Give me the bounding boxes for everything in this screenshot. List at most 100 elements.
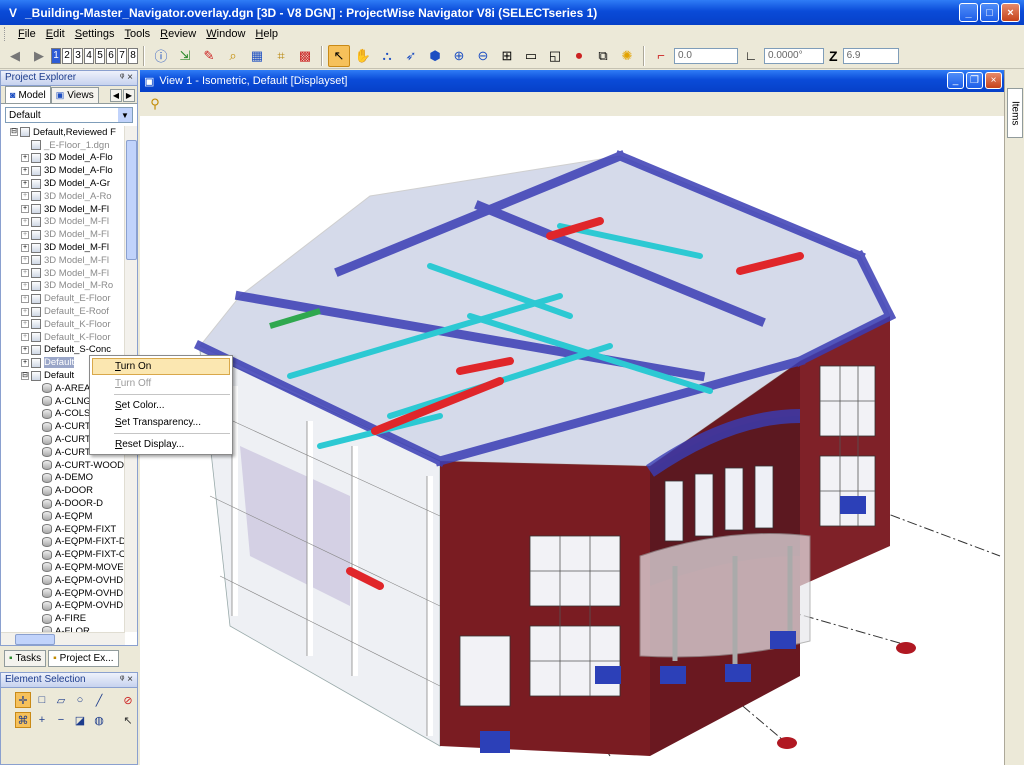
tree-item[interactable]: + Default_E-Roof xyxy=(1,305,125,318)
maximize-button[interactable]: □ xyxy=(980,3,999,22)
window-area-icon[interactable]: ▭ xyxy=(520,45,542,67)
explorer-filter-select[interactable]: Default ▼ xyxy=(5,107,133,123)
tree-item[interactable]: +3D Model_M-Fl xyxy=(1,241,125,254)
mode-invert-icon[interactable]: ◪ xyxy=(72,712,88,728)
view-8-button[interactable]: 8 xyxy=(128,47,138,64)
menu-item-set-transparency[interactable]: Set Transparency... xyxy=(90,414,232,431)
mode-add-icon[interactable]: + xyxy=(34,712,50,728)
tree-item[interactable]: +3D Model_A-Flo xyxy=(1,164,125,177)
walk-icon[interactable]: ⛬ xyxy=(376,45,398,67)
expand-toggle-icon[interactable]: + xyxy=(21,269,29,278)
deselect-icon[interactable]: ⊘ xyxy=(120,692,136,708)
menu-tools[interactable]: Tools xyxy=(119,28,155,40)
info-icon[interactable]: ⓘ xyxy=(150,45,172,67)
expand-toggle-icon[interactable]: + xyxy=(21,307,29,316)
view-5-button[interactable]: 5 xyxy=(95,47,105,64)
tree-item[interactable]: A-EQPM-FIXT xyxy=(1,523,125,536)
tree-item[interactable]: +3D Model_M-Fl xyxy=(1,254,125,267)
angle-field[interactable]: 0.0000° xyxy=(764,47,824,64)
expand-toggle-icon[interactable]: + xyxy=(21,179,29,188)
menu-window[interactable]: Window xyxy=(201,28,250,40)
tree-item[interactable]: A-DOOR-D xyxy=(1,497,125,510)
back-icon[interactable]: ◀ xyxy=(4,45,26,67)
tree-item[interactable]: A-FIRE xyxy=(1,612,125,625)
search-icon[interactable]: ⌕ xyxy=(222,45,244,67)
expand-toggle-icon[interactable]: + xyxy=(21,358,29,367)
view-copy-icon[interactable]: ⧉ xyxy=(592,45,614,67)
expand-toggle-icon[interactable]: ⊟ xyxy=(10,128,18,137)
tree-item[interactable]: + Default_K-Floor xyxy=(1,331,125,344)
tree-item[interactable]: A-EQPM xyxy=(1,510,125,523)
tab-tasks[interactable]: ▪ Tasks xyxy=(4,650,47,667)
menu-review[interactable]: Review xyxy=(155,28,201,40)
view-restore-button[interactable]: ❐ xyxy=(966,72,983,89)
expand-toggle-icon[interactable]: + xyxy=(21,281,29,290)
pointer-icon[interactable]: ↖ xyxy=(120,712,136,728)
tree-item[interactable]: A-FLOR xyxy=(1,625,125,632)
tree-item[interactable]: +3D Model_M-Ro xyxy=(1,280,125,293)
tab-scroll-right-icon[interactable]: ▶ xyxy=(123,89,135,102)
tab-model[interactable]: ◙ Model xyxy=(5,86,51,103)
mode-new-icon[interactable]: ⌘ xyxy=(15,712,31,728)
tree-item[interactable]: _E-Floor_1.dgn xyxy=(1,139,125,152)
camera-icon[interactable]: ⏺ xyxy=(568,45,590,67)
select-arrow-icon[interactable]: ↖ xyxy=(328,44,350,67)
menu-edit[interactable]: Edit xyxy=(41,28,70,40)
tab-views[interactable]: ▣ Views xyxy=(50,87,99,103)
tab-items[interactable]: Items xyxy=(1007,88,1023,138)
select-line-icon[interactable]: ╱ xyxy=(91,692,107,708)
expand-toggle-icon[interactable]: + xyxy=(21,256,29,265)
menu-item-turn-on[interactable]: Turn On xyxy=(92,358,230,375)
previous-view-icon[interactable]: ◱ xyxy=(544,45,566,67)
zoom-out-icon[interactable]: ⊖ xyxy=(472,45,494,67)
tree-item[interactable]: A-CURT-WOOD xyxy=(1,459,125,472)
view-minimize-button[interactable]: _ xyxy=(947,72,964,89)
pan-hand-icon[interactable]: ✋ xyxy=(352,45,374,67)
expand-toggle-icon[interactable]: + xyxy=(21,217,29,226)
scroll-thumb[interactable] xyxy=(126,140,137,260)
expand-toggle-icon[interactable]: + xyxy=(21,243,29,252)
view-2-button[interactable]: 2 xyxy=(62,47,72,64)
expand-toggle-icon[interactable]: + xyxy=(21,205,29,214)
tree-item[interactable]: A-EQPM-OVHD xyxy=(1,599,125,612)
tree-item[interactable]: A-EQPM-OVHD xyxy=(1,587,125,600)
scroll-thumb[interactable] xyxy=(15,634,55,645)
expand-toggle-icon[interactable]: + xyxy=(21,230,29,239)
zoom-in-icon[interactable]: ⊕ xyxy=(448,45,470,67)
cube-icon[interactable]: ⬢ xyxy=(424,45,446,67)
tab-scroll-left-icon[interactable]: ◀ xyxy=(110,89,122,102)
lighting-icon[interactable]: ✺ xyxy=(616,45,638,67)
color-grid-icon[interactable]: ▩ xyxy=(294,45,316,67)
expand-toggle-icon[interactable]: + xyxy=(21,320,29,329)
expand-toggle-icon[interactable]: ⊟ xyxy=(21,371,29,380)
view-3-button[interactable]: 3 xyxy=(73,47,83,64)
tree-item[interactable]: + Default_E-Floor xyxy=(1,292,125,305)
tree-item[interactable]: A-DEMO xyxy=(1,472,125,485)
chevron-down-icon[interactable]: ▼ xyxy=(118,108,132,122)
mode-subtract-icon[interactable]: − xyxy=(53,712,69,728)
select-shape-icon[interactable]: ▱ xyxy=(53,692,69,708)
tree-item[interactable]: A-DOOR xyxy=(1,484,125,497)
tree-item[interactable]: +3D Model_A-Flo xyxy=(1,152,125,165)
expand-toggle-icon[interactable]: + xyxy=(21,192,29,201)
layers-icon[interactable]: ⌗ xyxy=(270,45,292,67)
tree-horizontal-scrollbar[interactable] xyxy=(1,632,125,645)
tree-item[interactable]: +3D Model_A-Ro xyxy=(1,190,125,203)
select-block-icon[interactable]: □ xyxy=(34,692,50,708)
tree-item[interactable]: + Default_K-Floor xyxy=(1,318,125,331)
tree-item[interactable]: +3D Model_A-Gr xyxy=(1,177,125,190)
tree-item[interactable]: +3D Model_M-Fl xyxy=(1,228,125,241)
fit-view-icon[interactable]: ⊞ xyxy=(496,45,518,67)
select-individual-icon[interactable]: ✛ xyxy=(15,692,31,708)
fly-icon[interactable]: ➶ xyxy=(400,45,422,67)
select-circle-icon[interactable]: ○ xyxy=(72,692,88,708)
tree-item[interactable]: A-EQPM-FIXT-D xyxy=(1,536,125,549)
markup-icon[interactable]: ✎ xyxy=(198,45,220,67)
snap-icon[interactable]: ⇲ xyxy=(174,45,196,67)
tree-item[interactable]: A-EQPM-FIXT-C xyxy=(1,548,125,561)
display-set-icon[interactable]: ▦ xyxy=(246,45,268,67)
tree-item[interactable]: A-EQPM-MOVE xyxy=(1,561,125,574)
view-canvas[interactable] xyxy=(140,116,1004,765)
view-6-button[interactable]: 6 xyxy=(106,47,116,64)
expand-toggle-icon[interactable]: + xyxy=(21,153,29,162)
